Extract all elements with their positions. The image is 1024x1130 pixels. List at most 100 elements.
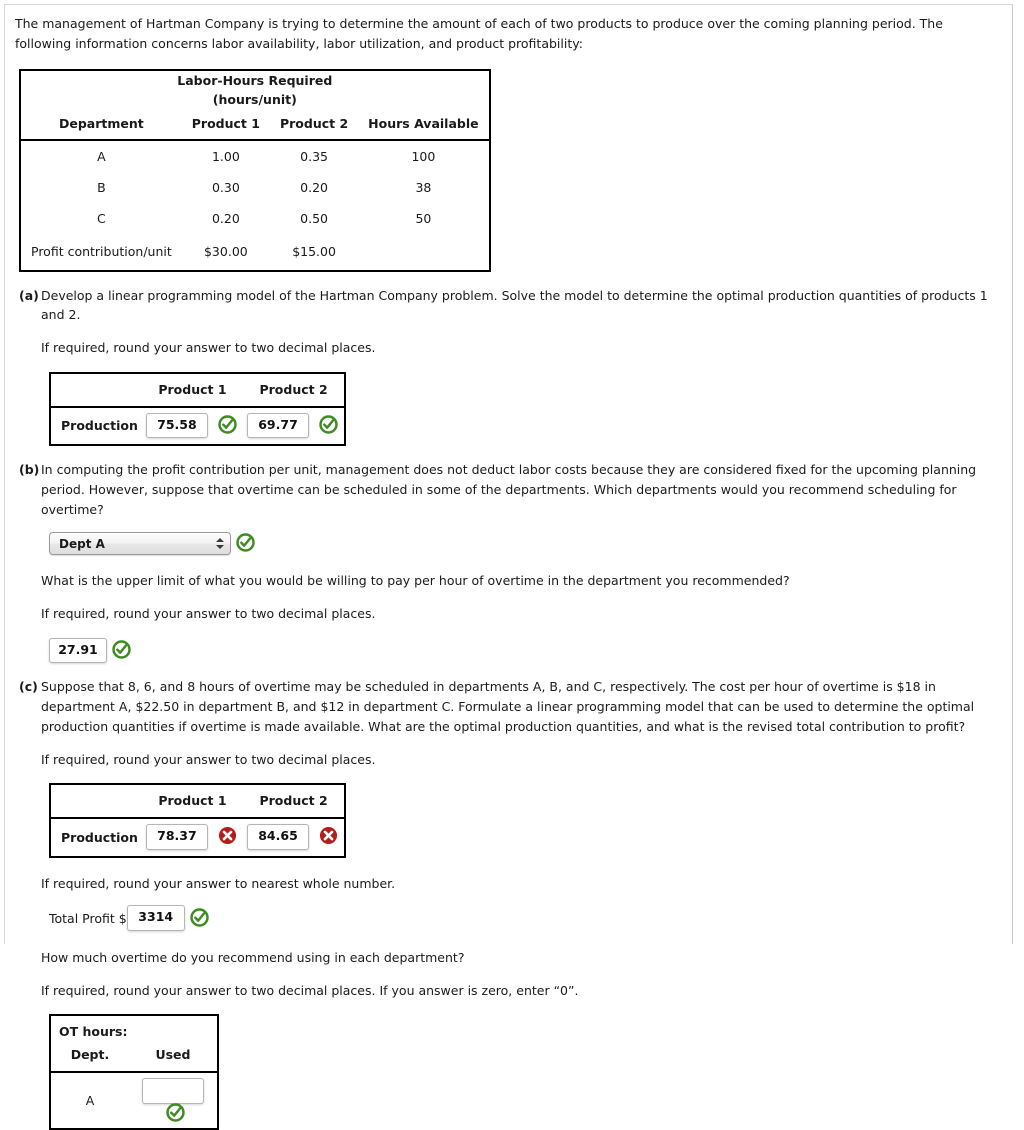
- question-part-c: (c) Suppose that 8, 6, and 8 hours of ov…: [11, 677, 1002, 1130]
- page-frame: The management of Hartman Company is try…: [4, 4, 1013, 1130]
- ot-row-partial: A: [50, 1072, 218, 1128]
- part-b-answer-input[interactable]: 27.91: [49, 637, 107, 664]
- header-department: Department: [20, 108, 182, 141]
- part-a-header-product-1: Product 1: [141, 372, 244, 408]
- part-c-rounding-2: If required, round your answer to neares…: [41, 875, 396, 891]
- table-title-line-1: Labor-Hours Required: [177, 72, 333, 88]
- cell-product-1: 0.20: [211, 210, 240, 226]
- cell-dept: B: [97, 179, 106, 195]
- table-row: A 1.00 0.35 100: [20, 140, 490, 172]
- part-b-question: In computing the profit contribution per…: [41, 460, 1002, 519]
- part-b-followup: What is the upper limit of what you woul…: [41, 573, 790, 589]
- part-a-row-label: Production: [61, 418, 138, 434]
- part-b-rounding: If required, round your answer to two de…: [41, 606, 376, 622]
- part-c-question-line-3: overtime is made available. What are the…: [190, 718, 966, 734]
- part-c-product-1-input[interactable]: 78.37: [145, 824, 208, 850]
- ot-header-row: Dept. Used: [50, 1043, 218, 1074]
- header-product-1: Product 1: [181, 108, 270, 141]
- ot-cell-dept: A: [85, 1092, 95, 1108]
- part-c-product-2-cell: 84.65: [243, 818, 345, 856]
- part-a-header-row: Product 1 Product 2: [50, 372, 346, 408]
- part-a-production-row: Production 75.58 69.77: [50, 407, 345, 445]
- correct-check-icon: [166, 1102, 185, 1122]
- part-a-blank-header: [50, 372, 142, 408]
- cell-product-2: 0.20: [300, 179, 328, 195]
- data-table-body: A 1.00 0.35 100 B 0.30 0.20 38 C 0.20 0.…: [20, 140, 490, 271]
- incorrect-x-icon: [218, 826, 237, 845]
- department-select-value: Dept A: [59, 536, 105, 551]
- correct-check-icon: [112, 640, 131, 659]
- content-area: The management of Hartman Company is try…: [5, 5, 1012, 1130]
- table-row: C 0.20 0.50 50: [20, 203, 490, 234]
- part-a-product-1-input[interactable]: 75.58: [145, 412, 208, 439]
- part-b-body: In computing the profit contribution per…: [41, 460, 1002, 664]
- question-part-a: (a) Develop a linear programming model o…: [11, 286, 1002, 447]
- part-b-label: (b): [19, 462, 40, 478]
- part-c-answer-table: Product 1 Product 2 Production 78.37 84.…: [49, 783, 347, 858]
- part-c-body: Suppose that 8, 6, and 8 hours of overti…: [41, 677, 1002, 1130]
- ot-hours-table: OT hours: Dept. Used A: [49, 1014, 219, 1130]
- cell-profit-product-2: $15.00: [292, 243, 336, 259]
- cell-product-1: 1.00: [211, 148, 240, 164]
- data-table-header-row: Department Product 1 Product 2 Hours Ava…: [20, 108, 490, 141]
- cell-profit-product-1: $30.00: [203, 243, 248, 259]
- cell-product-1: 0.30: [211, 179, 240, 195]
- data-table-title-cell: Labor-Hours Required (hours/unit): [20, 70, 490, 109]
- question-part-b: (b) In computing the profit contribution…: [11, 460, 1002, 664]
- part-a-body: Develop a linear programming model of th…: [41, 286, 1002, 447]
- part-a-header-product-2: Product 2: [243, 372, 346, 408]
- cell-product-2: 0.35: [300, 148, 328, 164]
- labor-hours-table: Labor-Hours Required (hours/unit) Depart…: [19, 68, 491, 272]
- correct-check-icon: [319, 415, 338, 434]
- part-c-question: Suppose that 8, 6, and 8 hours of overti…: [41, 677, 1002, 736]
- intro-line-2: information concerns labor availability,…: [75, 36, 583, 52]
- part-c-product-2-input[interactable]: 84.65: [247, 824, 310, 850]
- cell-hours-available: 38: [415, 179, 432, 195]
- header-product-2: Product 2: [269, 108, 359, 141]
- table-title-line-2: (hours/unit): [212, 91, 297, 107]
- correct-check-icon: [189, 907, 209, 927]
- cell-product-2: 0.50: [300, 210, 328, 226]
- part-c-blank-header: [50, 784, 142, 820]
- ot-title: OT hours:: [59, 1024, 128, 1040]
- cell-profit-blank: [358, 234, 489, 271]
- part-c-overtime-question: How much overtime do you recommend using…: [41, 949, 465, 965]
- part-c-product-1-cell: 78.37: [142, 818, 243, 856]
- ot-used-input[interactable]: [141, 1078, 204, 1104]
- part-c-rounding-1: If required, round your answer to two de…: [41, 751, 376, 767]
- part-a-product-2-cell: 69.77: [243, 407, 345, 445]
- correct-check-icon: [236, 533, 255, 553]
- part-a-product-2-input[interactable]: 69.77: [247, 412, 310, 439]
- department-select[interactable]: Dept A: [49, 532, 231, 556]
- select-stepper-arrows-icon: [212, 538, 230, 550]
- part-b-question-line-2: However, suppose that overtime can be sc…: [41, 481, 957, 517]
- cell-hours-available: 100: [411, 148, 436, 164]
- ot-title-row: OT hours:: [50, 1015, 218, 1043]
- incorrect-x-icon: [319, 826, 338, 845]
- part-c-header-product-1: Product 1: [141, 784, 244, 820]
- table-row: B 0.30 0.20 38: [20, 172, 490, 203]
- cell-profit-label: Profit contribution/unit: [31, 243, 172, 259]
- total-profit-input[interactable]: 3314: [126, 905, 185, 931]
- part-c-label: (c): [19, 679, 38, 695]
- part-a-question: Develop a linear programming model of th…: [41, 287, 988, 323]
- ot-cell-used: [129, 1072, 218, 1128]
- part-a-label: (a): [19, 287, 39, 303]
- correct-check-icon: [218, 415, 237, 434]
- data-table-title-row: Labor-Hours Required (hours/unit): [20, 70, 490, 109]
- intro-paragraph: The management of Hartman Company is try…: [11, 14, 1002, 55]
- department-select-row: Dept A: [49, 532, 1002, 556]
- cell-dept: C: [97, 210, 106, 226]
- part-c-header-product-2: Product 2: [243, 784, 346, 820]
- table-row-profit: Profit contribution/unit $30.00 $15.00: [20, 234, 490, 271]
- header-hours-available: Hours Available: [358, 108, 490, 141]
- cell-hours-available: 50: [415, 210, 432, 226]
- part-a-rounding: If required, round your answer to two de…: [41, 340, 376, 355]
- total-profit-label: Total Profit $: [49, 910, 127, 926]
- part-b-answer-row: 27.91: [49, 637, 1002, 664]
- part-c-production-row: Production 78.37 84.65: [50, 818, 345, 856]
- part-c-row-label: Production: [61, 829, 138, 845]
- part-a-product-1-cell: 75.58: [142, 407, 243, 445]
- ot-header-dept: Dept.: [50, 1043, 129, 1074]
- part-a-answer-table: Product 1 Product 2 Production 75.58 69.…: [49, 371, 347, 447]
